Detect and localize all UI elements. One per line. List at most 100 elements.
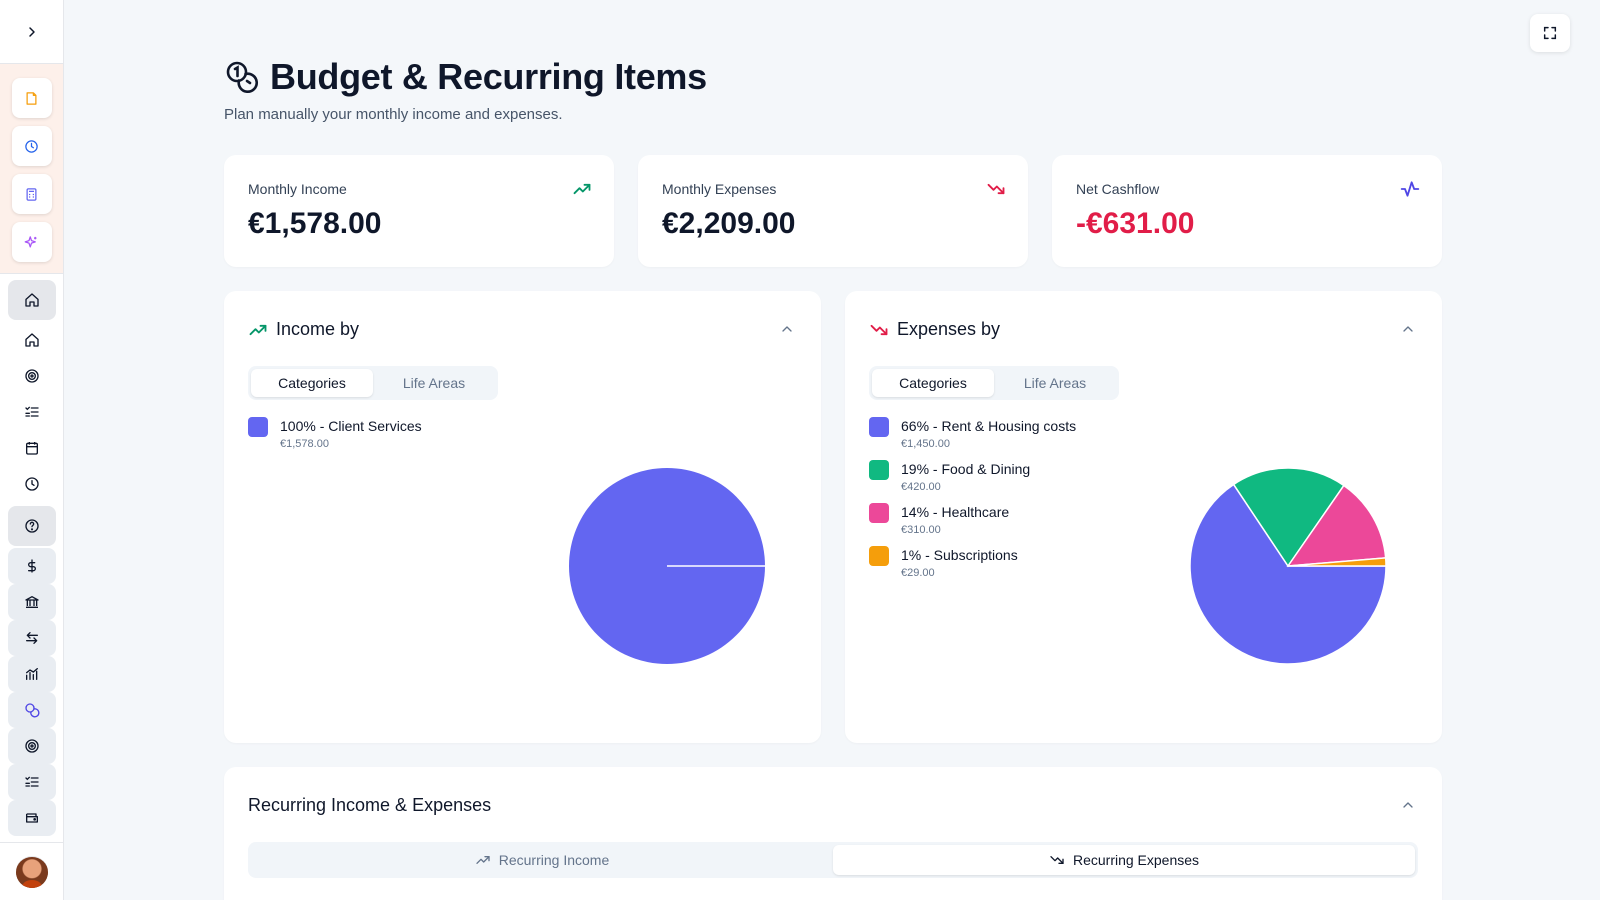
coins-icon (226, 61, 258, 93)
note-icon (26, 91, 37, 105)
sidebar-item-checklist[interactable] (7, 764, 56, 800)
stat-card-expenses: Monthly Expenses €2,209.00 (638, 155, 1028, 267)
stat-card-net-cashflow: Net Cashflow -€631.00 (1052, 155, 1442, 267)
expand-icon (1543, 26, 1557, 40)
trending-down-icon (987, 183, 1005, 195)
stat-value: €1,578.00 (248, 207, 382, 240)
coins-icon (24, 703, 39, 718)
transfer-icon (25, 632, 38, 644)
sidebar-item-help[interactable] (7, 506, 56, 546)
avatar[interactable] (16, 856, 48, 888)
page-subtitle: Plan manually your monthly income and ex… (224, 106, 563, 123)
tab-life-areas[interactable]: Life Areas (994, 369, 1116, 397)
sidebar-item-investments[interactable] (7, 656, 56, 692)
legend-swatch (869, 546, 889, 566)
legend-item: 66% - Rent & Housing costs €1,450.00 (869, 416, 1418, 450)
charts-row: Income by Categories Life Areas 100% - C… (224, 291, 1442, 743)
quick-ai-button[interactable] (11, 222, 52, 262)
legend-amount: €1,578.00 (280, 438, 329, 450)
sidebar-item-wallet[interactable] (7, 800, 56, 836)
sidebar-item-savings-goals[interactable] (7, 728, 56, 764)
sparkles-icon (24, 235, 37, 247)
dollar-icon (27, 559, 36, 573)
home-icon (24, 333, 39, 347)
income-by-card: Income by Categories Life Areas 100% - C… (224, 291, 821, 743)
trending-up-icon (249, 324, 267, 335)
expenses-by-card: Expenses by Categories Life Areas 66% - … (845, 291, 1442, 743)
sidebar-nav (0, 274, 63, 836)
checklist-icon (24, 776, 39, 787)
page-header: Budget & Recurring Items (224, 56, 1442, 98)
sidebar-item-tasks[interactable] (8, 394, 56, 430)
sidebar-item-calendar[interactable] (8, 430, 56, 466)
sidebar-item-budget[interactable] (7, 692, 56, 728)
stats-row: Monthly Income €1,578.00 Monthly Expense… (224, 155, 1442, 267)
sidebar-divider (0, 842, 64, 843)
chevron-up-icon[interactable] (1400, 321, 1416, 337)
tab-life-areas[interactable]: Life Areas (373, 369, 495, 397)
legend-item: 100% - Client Services €1,578.00 (248, 416, 797, 450)
card-header: Income by (248, 319, 797, 340)
trending-up-icon (476, 856, 490, 864)
chevron-right-icon (28, 26, 35, 37)
sidebar-item-history[interactable] (8, 466, 56, 502)
recurring-card: Recurring Income & Expenses Recurring In… (224, 767, 1442, 900)
legend-amount: €29.00 (901, 567, 935, 579)
activity-icon (1400, 181, 1420, 197)
income-pie-chart (569, 468, 765, 664)
legend-label: 100% - Client Services (280, 418, 422, 434)
quick-note-button[interactable] (11, 78, 52, 118)
target-icon (24, 369, 39, 383)
grouping-toggle: Categories Life Areas (248, 366, 498, 400)
sidebar-item-transactions[interactable] (7, 620, 56, 656)
sidebar-item-home[interactable] (7, 280, 56, 320)
card-title: Expenses by (897, 319, 1001, 339)
quick-timer-button[interactable] (11, 126, 52, 166)
sidebar-toggle[interactable] (0, 0, 63, 64)
expenses-pie-chart (1189, 467, 1387, 665)
legend-label: 1% - Subscriptions (901, 547, 1018, 563)
clock-icon (25, 139, 38, 153)
main-content: Budget & Recurring Items Plan manually y… (224, 56, 1442, 900)
tab-label: Recurring Income (498, 852, 610, 868)
stat-label: Monthly Expenses (662, 181, 777, 197)
legend-label: 19% - Food & Dining (901, 461, 1031, 477)
tab-recurring-expenses[interactable]: Recurring Expenses (833, 845, 1415, 875)
quick-calculator-button[interactable] (11, 174, 52, 214)
trending-down-icon (1050, 856, 1064, 864)
chevron-up-icon[interactable] (779, 321, 795, 337)
clock-icon (24, 477, 39, 491)
calculator-icon (26, 187, 37, 201)
card-header: Expenses by (869, 319, 1418, 340)
stat-value: €2,209.00 (662, 207, 796, 240)
chart-icon (25, 668, 38, 680)
tab-categories[interactable]: Categories (872, 369, 994, 397)
grouping-toggle: Categories Life Areas (869, 366, 1119, 400)
home-icon (24, 293, 39, 307)
bank-icon (24, 596, 39, 608)
sidebar-item-accounts[interactable] (7, 584, 56, 620)
sidebar-item-dashboard[interactable] (8, 322, 56, 358)
legend-swatch (869, 503, 889, 523)
legend-label: 66% - Rent & Housing costs (901, 418, 1077, 434)
sidebar-item-finance[interactable] (7, 548, 56, 584)
stat-card-income: Monthly Income €1,578.00 (224, 155, 614, 267)
legend-label: 14% - Healthcare (901, 504, 1010, 520)
stat-label: Monthly Income (248, 181, 347, 197)
stat-value: -€631.00 (1076, 207, 1195, 240)
legend-amount: €420.00 (901, 481, 941, 493)
tab-categories[interactable]: Categories (251, 369, 373, 397)
tab-recurring-income[interactable]: Recurring Income (251, 845, 833, 875)
target-icon (24, 739, 39, 753)
stat-label: Net Cashflow (1076, 181, 1160, 197)
trending-down-icon (870, 324, 888, 335)
legend-amount: €1,450.00 (901, 438, 950, 450)
sidebar (0, 0, 64, 900)
fullscreen-button[interactable] (1530, 14, 1570, 52)
wallet-icon (25, 813, 38, 823)
card-title: Income by (276, 319, 360, 339)
sidebar-item-goals[interactable] (8, 358, 56, 394)
legend-swatch (248, 417, 268, 437)
legend-swatch (869, 460, 889, 480)
chevron-up-icon[interactable] (1400, 797, 1416, 813)
